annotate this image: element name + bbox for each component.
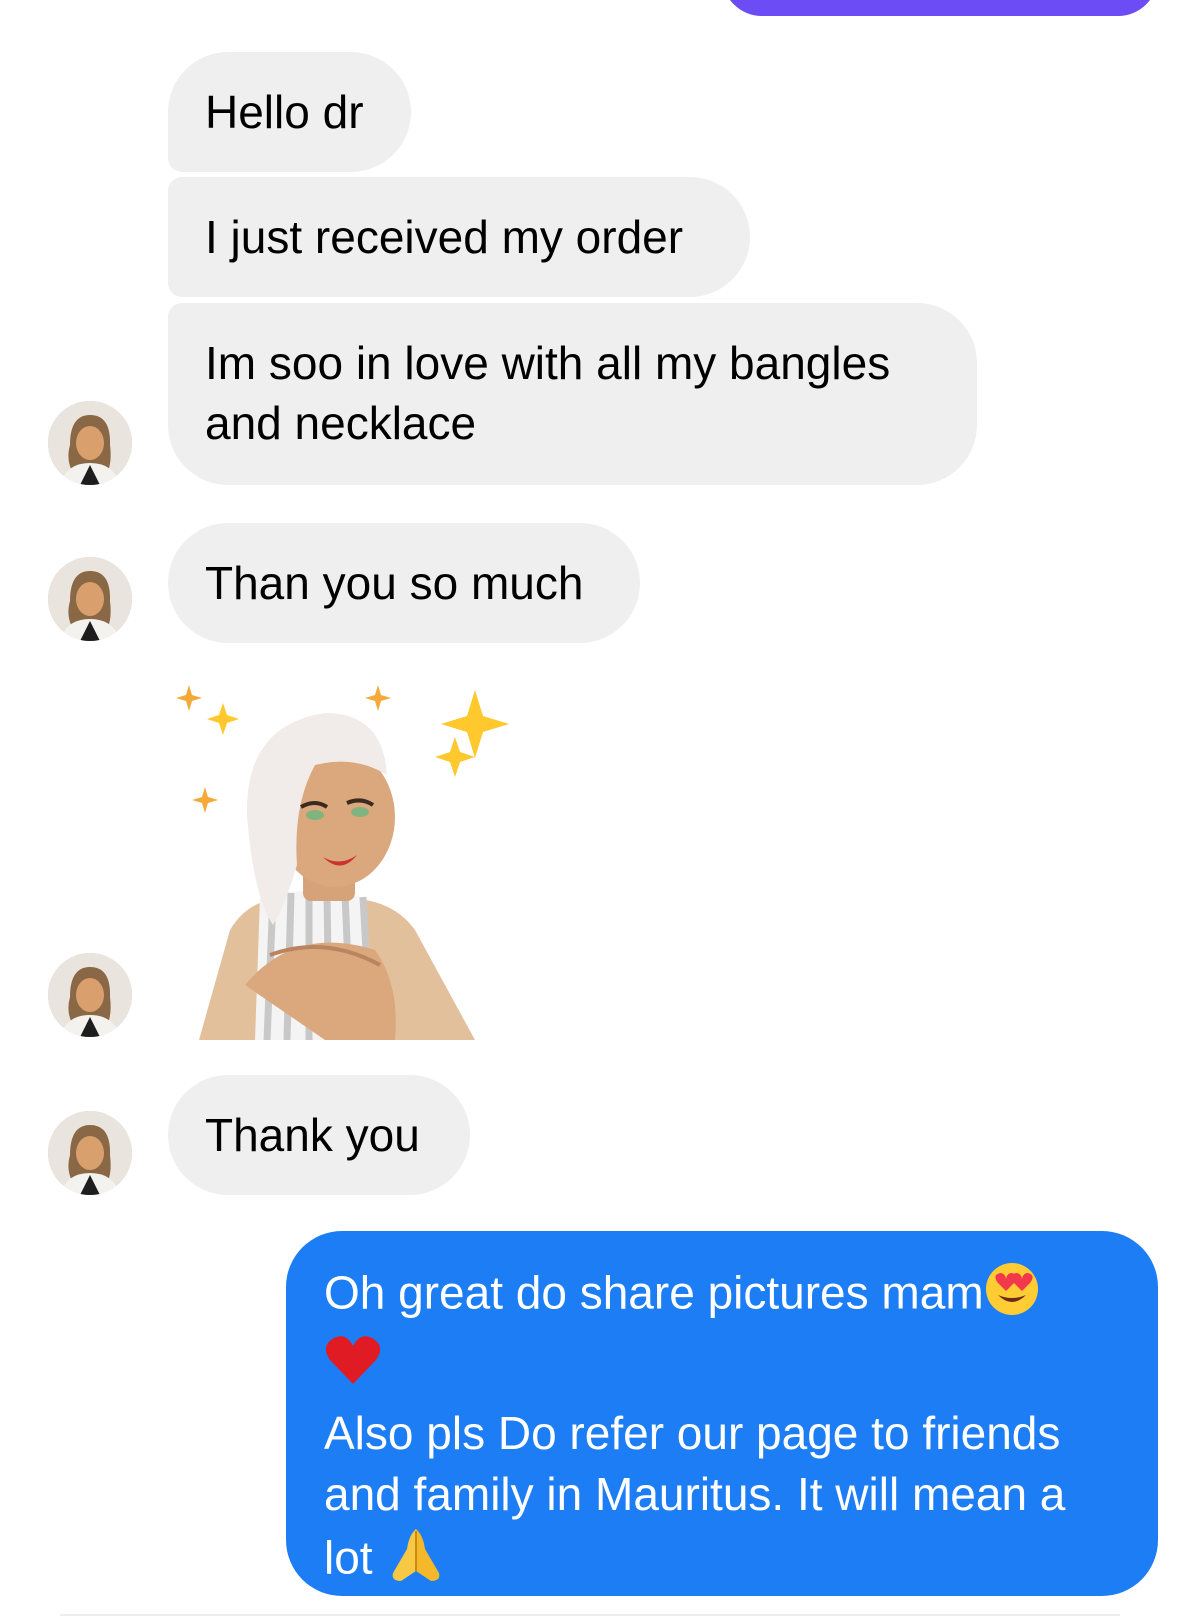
avatar-photo-icon: [48, 953, 132, 1037]
received-message-bubble[interactable]: Than you so much: [168, 523, 640, 643]
composer-divider: [60, 1614, 1120, 1616]
message-text: I just received my order: [205, 211, 684, 263]
heart-eyes-emoji-icon: [984, 1261, 1040, 1332]
sent-line: [324, 1332, 1120, 1403]
contact-avatar[interactable]: [48, 401, 132, 485]
message-text: Than you so much: [205, 557, 584, 609]
message-text: and family in Mauritus. It will mean a: [324, 1468, 1066, 1520]
sent-line: Oh great do share pictures mam: [324, 1261, 1120, 1332]
memoji-hands-on-heart-sticker[interactable]: [175, 685, 525, 1041]
message-text: Also pls Do refer our page to friends: [324, 1407, 1061, 1459]
previous-sent-message-bubble[interactable]: [722, 0, 1158, 16]
message-text: Hello dr: [205, 86, 364, 138]
message-text: Oh great do share pictures mam: [324, 1266, 984, 1319]
avatar-photo-icon: [48, 401, 132, 485]
received-message-bubble[interactable]: Hello dr: [168, 52, 411, 172]
avatar-photo-icon: [48, 1111, 132, 1195]
received-message-bubble[interactable]: Thank you: [168, 1075, 470, 1195]
avatar-photo-icon: [48, 557, 132, 641]
received-message-bubble[interactable]: I just received my order: [168, 177, 750, 297]
red-heart-emoji-icon: [324, 1332, 382, 1403]
folded-hands-emoji-icon: [385, 1525, 447, 1598]
contact-avatar[interactable]: [48, 1111, 132, 1195]
message-text: Thank you: [205, 1109, 420, 1161]
sent-line: lot: [324, 1525, 1120, 1598]
contact-avatar[interactable]: [48, 557, 132, 641]
message-text: Im soo in love with all my bangles and n…: [205, 337, 891, 449]
sent-message-bubble[interactable]: Oh great do share pictures mam Also pls …: [286, 1231, 1158, 1596]
received-message-bubble[interactable]: Im soo in love with all my bangles and n…: [168, 303, 977, 485]
contact-avatar[interactable]: [48, 953, 132, 1037]
message-text: lot: [324, 1531, 373, 1584]
